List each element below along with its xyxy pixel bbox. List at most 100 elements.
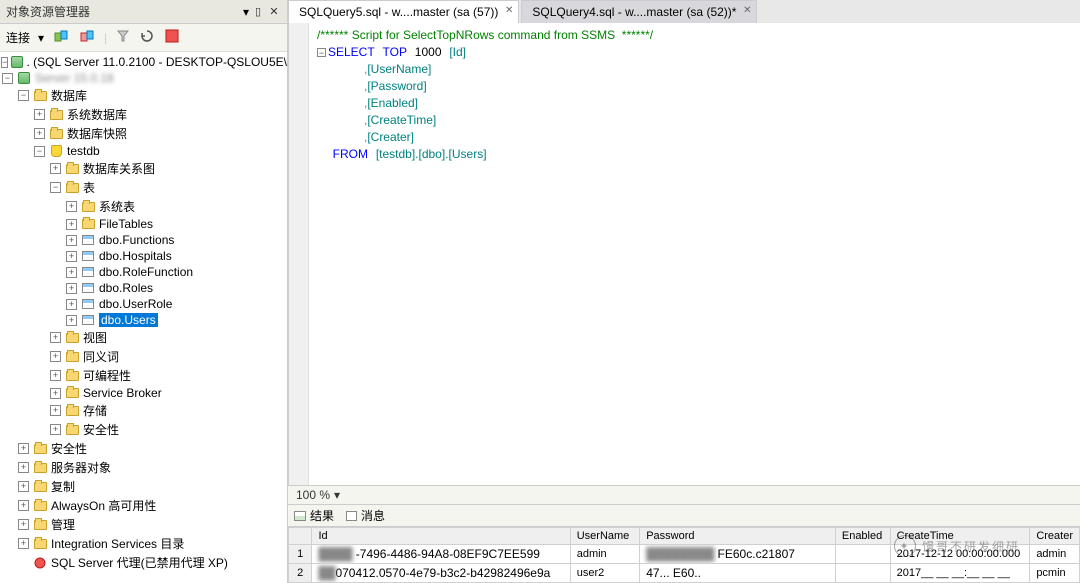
col-header[interactable]: [289, 528, 312, 545]
explorer-tree[interactable]: −. (SQL Server 11.0.2100 - DESKTOP-QSLOU…: [0, 52, 287, 583]
databases-folder[interactable]: −数据库: [0, 86, 287, 105]
expander-icon[interactable]: +: [66, 219, 77, 230]
filter-icon[interactable]: [115, 28, 131, 47]
col-header[interactable]: Password: [640, 528, 836, 545]
zoom-dropdown-icon[interactable]: ▾: [334, 488, 340, 502]
expander-icon[interactable]: +: [18, 500, 29, 511]
cell-enabled[interactable]: [835, 564, 890, 583]
cell-creater[interactable]: admin: [1030, 545, 1080, 564]
cell-id[interactable]: ██070412.0570-4e79-b3c2-b42982496e9a: [312, 564, 570, 583]
management[interactable]: +管理: [0, 515, 287, 534]
col-header[interactable]: Creater: [1030, 528, 1080, 545]
views-folder[interactable]: +视图: [0, 328, 287, 347]
table-item[interactable]: +dbo.Roles: [0, 280, 287, 296]
expander-icon[interactable]: +: [50, 351, 61, 362]
tab-query5[interactable]: SQLQuery5.sql - w....master (sa (57))✕: [288, 0, 519, 23]
tables-folder[interactable]: −表: [0, 178, 287, 197]
expander-icon[interactable]: −: [34, 146, 45, 157]
replication[interactable]: +复制: [0, 477, 287, 496]
table-item[interactable]: +dbo.Hospitals: [0, 248, 287, 264]
alwayson[interactable]: +AlwaysOn 高可用性: [0, 496, 287, 515]
expander-icon[interactable]: +: [66, 283, 77, 294]
expander-icon[interactable]: +: [18, 443, 29, 454]
expander-icon[interactable]: +: [34, 128, 45, 139]
fold-icon[interactable]: −: [317, 48, 326, 57]
col-header[interactable]: UserName: [570, 528, 639, 545]
table-item[interactable]: +系统表: [0, 197, 287, 216]
programmability-folder[interactable]: +可编程性: [0, 366, 287, 385]
col-header[interactable]: CreateTime: [890, 528, 1030, 545]
security-folder[interactable]: +安全性: [0, 420, 287, 439]
integration-services[interactable]: +Integration Services 目录: [0, 534, 287, 553]
cell-username[interactable]: user2: [570, 564, 639, 583]
synonyms-folder[interactable]: +同义词: [0, 347, 287, 366]
disconnect-icon[interactable]: [78, 27, 96, 48]
expander-icon[interactable]: +: [50, 370, 61, 381]
table-item[interactable]: +dbo.Functions: [0, 232, 287, 248]
results-grid[interactable]: Id UserName Password Enabled CreateTime …: [288, 527, 1080, 583]
connect-label[interactable]: 连接: [6, 29, 30, 46]
zoom-level[interactable]: 100 %: [296, 488, 330, 502]
refresh-icon[interactable]: [139, 28, 155, 47]
cell-password[interactable]: ████████ FE60c.c21807: [640, 545, 836, 564]
table-item-selected[interactable]: +dbo.Users: [0, 312, 287, 328]
col-header[interactable]: Id: [312, 528, 570, 545]
expander-icon[interactable]: +: [18, 538, 29, 549]
code-area[interactable]: /****** Script for SelectTopNRows comman…: [309, 23, 1080, 485]
expander-icon[interactable]: +: [50, 163, 61, 174]
expander-icon[interactable]: +: [66, 267, 77, 278]
expander-icon[interactable]: +: [66, 299, 77, 310]
dropdown-icon[interactable]: ▾: [243, 5, 249, 19]
results-tab[interactable]: 结果: [294, 507, 334, 524]
sql-agent[interactable]: SQL Server 代理(已禁用代理 XP): [0, 553, 287, 572]
expander-icon[interactable]: +: [18, 462, 29, 473]
expander-icon[interactable]: −: [2, 73, 13, 84]
diagrams-folder[interactable]: +数据库关系图: [0, 159, 287, 178]
table-row[interactable]: 1 ████ -7496-4486-94A8-08EF9C7EE599 admi…: [289, 545, 1080, 564]
cell-username[interactable]: admin: [570, 545, 639, 564]
close-icon[interactable]: ✕: [267, 5, 281, 19]
servicebroker-folder[interactable]: +Service Broker: [0, 385, 287, 401]
expander-icon[interactable]: −: [18, 90, 29, 101]
cell-createtime[interactable]: 2017__ __ __:__ __ __: [890, 564, 1030, 583]
table-item[interactable]: +FileTables: [0, 216, 287, 232]
expander-icon[interactable]: −: [1, 57, 8, 68]
stop-icon[interactable]: [163, 27, 181, 48]
snapshots-folder[interactable]: +数据库快照: [0, 124, 287, 143]
expander-icon[interactable]: +: [50, 405, 61, 416]
expander-icon[interactable]: +: [66, 251, 77, 262]
expander-icon[interactable]: +: [66, 201, 77, 212]
storage-folder[interactable]: +存储: [0, 401, 287, 420]
table-item[interactable]: +dbo.RoleFunction: [0, 264, 287, 280]
table-item[interactable]: +dbo.UserRole: [0, 296, 287, 312]
col-header[interactable]: Enabled: [835, 528, 890, 545]
cell-id[interactable]: ████ -7496-4486-94A8-08EF9C7EE599: [312, 545, 570, 564]
cell-creater[interactable]: pcmin: [1030, 564, 1080, 583]
tab-close-icon[interactable]: ✕: [743, 5, 751, 16]
expander-icon[interactable]: +: [18, 519, 29, 530]
sysdb-folder[interactable]: +系统数据库: [0, 105, 287, 124]
sql-editor[interactable]: /****** Script for SelectTopNRows comman…: [288, 23, 1080, 485]
cell-password[interactable]: 47... E60..: [640, 564, 836, 583]
cell-createtime[interactable]: 2017-12-12 00:00:00.000: [890, 545, 1030, 564]
expander-icon[interactable]: +: [50, 424, 61, 435]
expander-icon[interactable]: +: [50, 388, 61, 399]
server-node[interactable]: −. (SQL Server 11.0.2100 - DESKTOP-QSLOU…: [0, 54, 287, 70]
server-node[interactable]: − Server 15.0.18: [0, 70, 287, 86]
messages-tab[interactable]: 消息: [346, 507, 385, 524]
expander-icon[interactable]: +: [66, 315, 77, 326]
table-row[interactable]: 2 ██070412.0570-4e79-b3c2-b42982496e9a u…: [289, 564, 1080, 583]
tab-close-icon[interactable]: ✕: [505, 5, 513, 16]
connect-icon[interactable]: [52, 27, 70, 48]
server-security[interactable]: +安全性: [0, 439, 287, 458]
server-objects[interactable]: +服务器对象: [0, 458, 287, 477]
expander-icon[interactable]: −: [50, 182, 61, 193]
testdb-node[interactable]: −testdb: [0, 143, 287, 159]
cell-enabled[interactable]: [835, 545, 890, 564]
expander-icon[interactable]: +: [66, 235, 77, 246]
pin-icon[interactable]: ▯: [251, 5, 265, 19]
expander-icon[interactable]: +: [18, 481, 29, 492]
tab-query4[interactable]: SQLQuery4.sql - w....master (sa (52))*✕: [521, 0, 757, 23]
expander-icon[interactable]: +: [50, 332, 61, 343]
expander-icon[interactable]: +: [34, 109, 45, 120]
